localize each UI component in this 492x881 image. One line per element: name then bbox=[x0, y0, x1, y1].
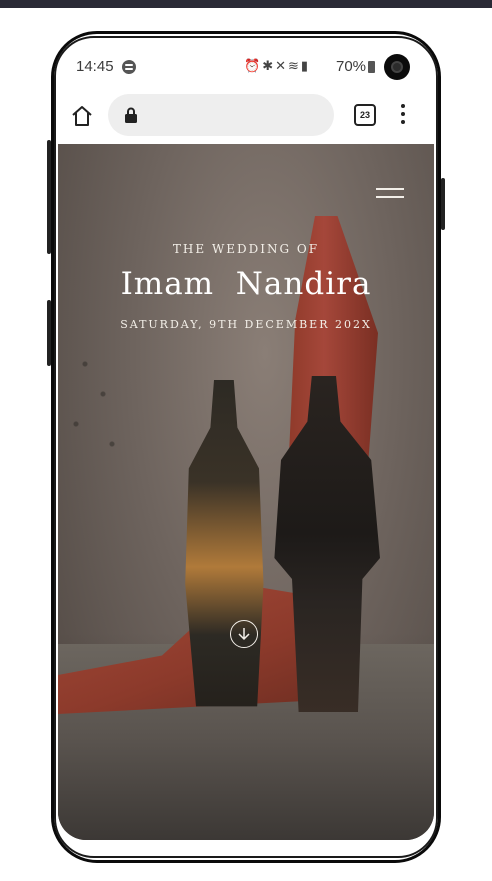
scroll-down-button[interactable] bbox=[230, 620, 258, 648]
alarm-icon: ⏰ bbox=[244, 58, 263, 73]
spotify-icon bbox=[122, 60, 136, 74]
hero-section: THE WEDDING OF Imam Nandira SATURDAY, 9T… bbox=[58, 144, 434, 840]
url-field[interactable] bbox=[108, 94, 334, 136]
wedding-kicker: THE WEDDING OF bbox=[172, 242, 320, 256]
status-icons: ⏰✱✕≋▮ bbox=[244, 58, 310, 74]
battery-icon bbox=[368, 61, 375, 73]
event-date: SATURDAY, 9TH DECEMBER 202X bbox=[120, 318, 372, 331]
status-time: 14:45 bbox=[76, 58, 114, 75]
power-button-left bbox=[47, 300, 51, 366]
front-camera bbox=[384, 54, 410, 80]
battery-level: 70% bbox=[336, 58, 367, 75]
signal-icon: ▮ bbox=[300, 58, 311, 73]
wifi-icon: ≋ bbox=[288, 58, 301, 73]
volume-button bbox=[47, 140, 51, 254]
menu-icon[interactable] bbox=[398, 102, 408, 126]
browser-toolbar: 23 bbox=[56, 94, 436, 144]
power-button-right bbox=[441, 178, 445, 230]
couple-name: Imam Nandira bbox=[120, 266, 372, 302]
arrow-down-icon bbox=[238, 628, 250, 641]
status-bar: 14:45 ⏰✱✕≋▮ 70% bbox=[56, 38, 436, 94]
lock-icon bbox=[125, 107, 137, 123]
phone-screen: 14:45 ⏰✱✕≋▮ 70% 23 THE WEDDING OF Imam N… bbox=[54, 36, 438, 858]
home-icon[interactable] bbox=[70, 104, 94, 128]
mute-icon: ✕ bbox=[275, 58, 288, 73]
plant-branch bbox=[58, 324, 148, 524]
hamburger-menu-icon[interactable] bbox=[376, 188, 404, 200]
tabs-button[interactable]: 23 bbox=[354, 104, 376, 126]
bluetooth-icon: ✱ bbox=[262, 58, 276, 73]
top-dark-strip bbox=[0, 0, 492, 8]
